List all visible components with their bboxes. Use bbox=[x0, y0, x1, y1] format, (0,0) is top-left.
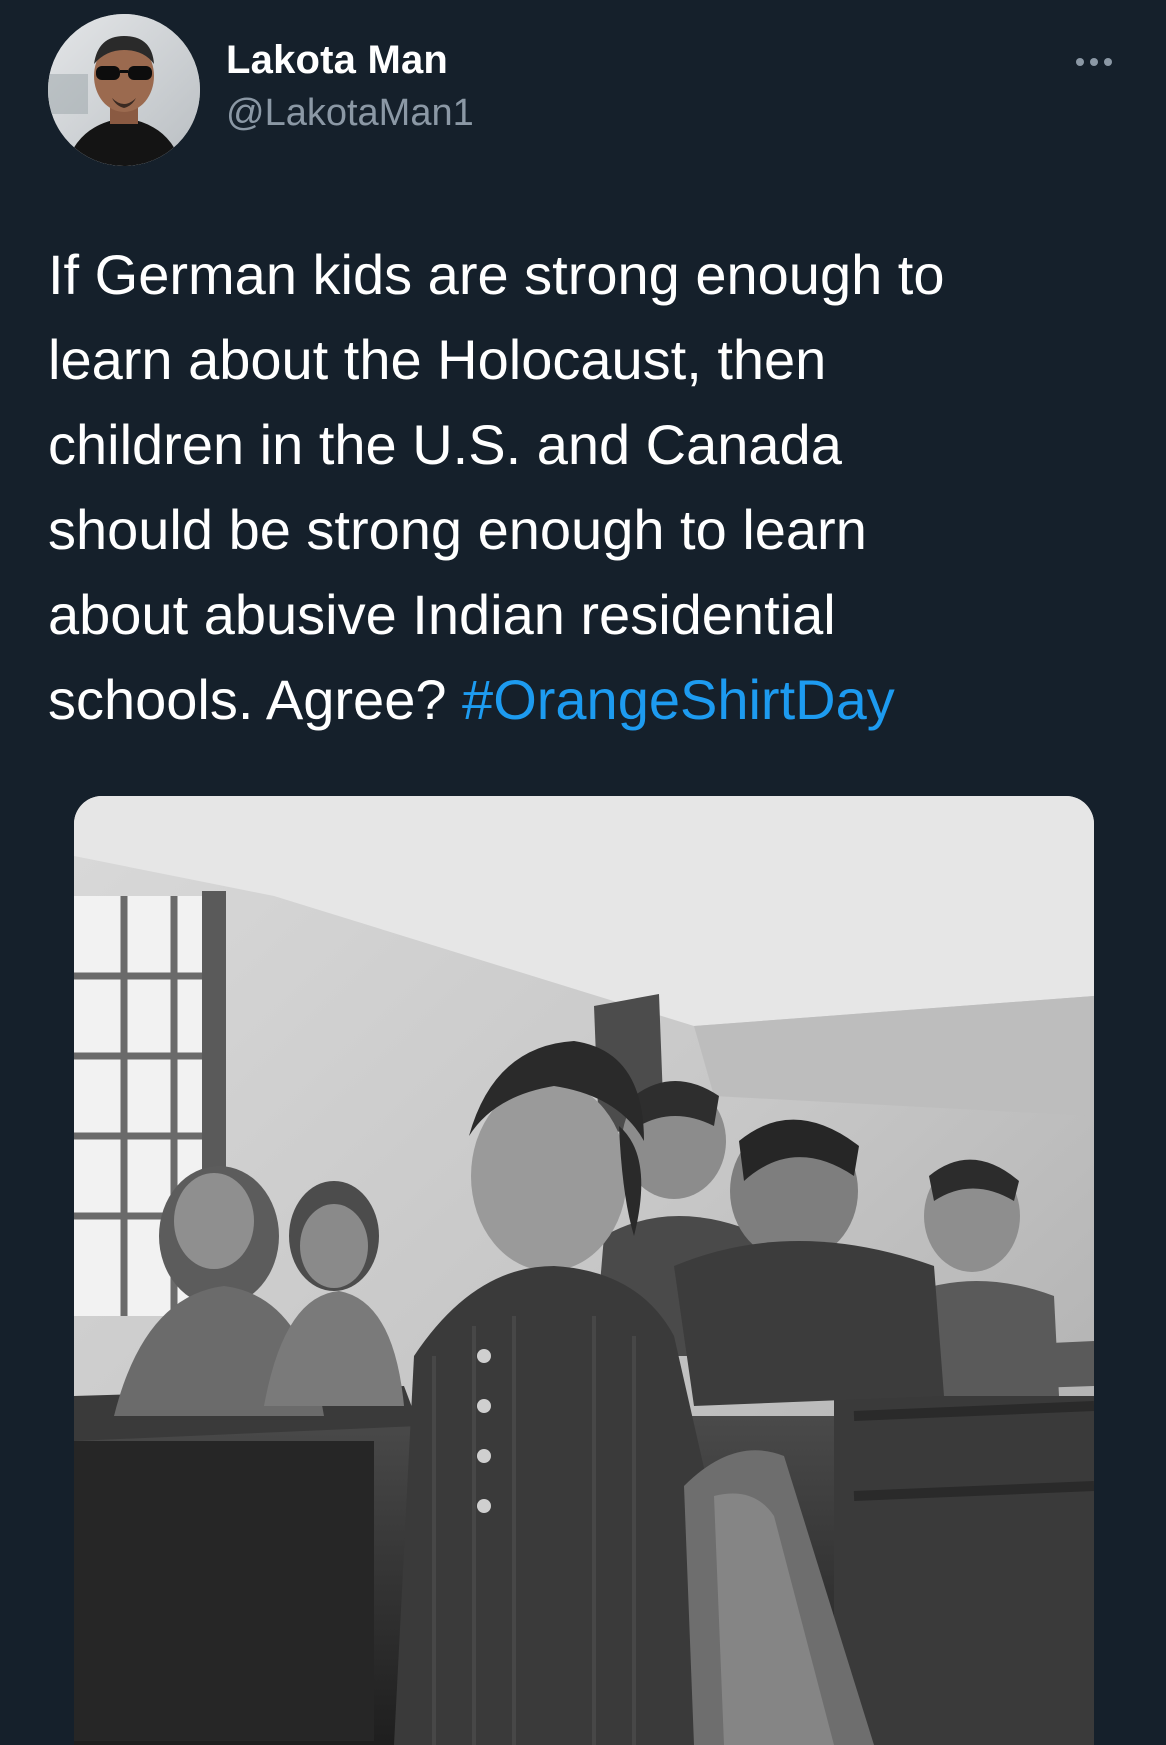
tweet: Lakota Man @LakotaMan1 If German kids ar… bbox=[0, 0, 1166, 1745]
tweet-text-line: about abusive Indian residential bbox=[48, 583, 836, 646]
tweet-text: If German kids are strong enough to lear… bbox=[48, 232, 1128, 742]
more-options-icon[interactable] bbox=[1064, 44, 1124, 80]
tweet-text-line: If German kids are strong enough to bbox=[48, 243, 945, 306]
author-avatar[interactable] bbox=[48, 14, 200, 166]
tweet-text-line: learn about the Holocaust, then bbox=[48, 328, 827, 391]
hashtag-link[interactable]: #OrangeShirtDay bbox=[462, 668, 895, 731]
tweet-media-photo[interactable] bbox=[74, 796, 1094, 1745]
author-display-name[interactable]: Lakota Man bbox=[226, 38, 448, 83]
dot bbox=[1104, 58, 1112, 66]
author-handle[interactable]: @LakotaMan1 bbox=[226, 92, 474, 135]
dot bbox=[1076, 58, 1084, 66]
tweet-text-line: should be strong enough to learn bbox=[48, 498, 867, 561]
classroom-photo-icon bbox=[74, 796, 1094, 1745]
dot bbox=[1090, 58, 1098, 66]
tweet-text-line: children in the U.S. and Canada bbox=[48, 413, 842, 476]
avatar-photo-icon bbox=[48, 14, 200, 166]
tweet-text-line: schools. Agree? bbox=[48, 668, 463, 731]
tweet-text-last-line: schools. Agree? #OrangeShirtDay bbox=[48, 657, 1128, 742]
